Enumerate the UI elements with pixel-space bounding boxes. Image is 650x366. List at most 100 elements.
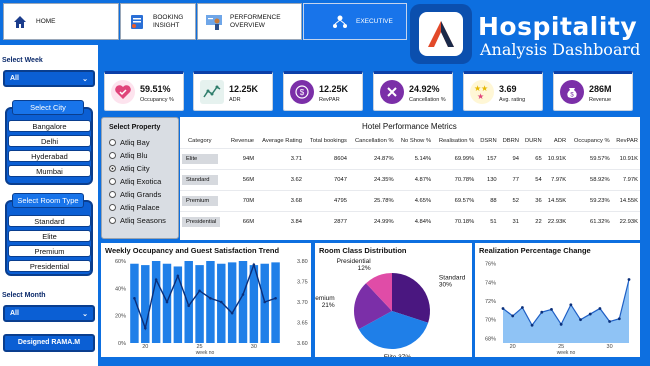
rating-point [209, 296, 212, 300]
room-option-premium[interactable]: Premium [8, 245, 91, 257]
table-cell: 14.55K [611, 189, 640, 211]
kpi-value: 286M [589, 84, 612, 94]
city-option-bangalore[interactable]: Bangalore [8, 120, 91, 132]
pie-label-line: 30% [439, 281, 452, 288]
rating-point [176, 274, 180, 278]
column-header[interactable]: Total bookings [304, 135, 349, 148]
realization-point [559, 322, 563, 326]
column-header[interactable]: DSRN [476, 135, 498, 148]
rating-point [198, 289, 201, 293]
kpi-label: Avg. rating [499, 97, 526, 103]
month-dropdown-value: All [10, 310, 19, 317]
pie-data-label: Presidential 12% [337, 258, 372, 272]
presentation-icon [204, 12, 224, 32]
property-option-atliq-bay[interactable]: Atliq Bay [109, 138, 150, 147]
realization-point [520, 306, 524, 309]
table-cell: 88 [476, 189, 499, 211]
network-icon [330, 12, 350, 32]
nav-performance-button[interactable]: PERFORMENCE OVERVIEW [197, 3, 302, 40]
table-row: Presidential 66M 3.84 2877 24.99% 4.84% 70.18%… [180, 210, 640, 232]
property-option-atliq-exotica[interactable]: Atliq Exotica [109, 177, 161, 186]
pie-data-label: Premium21% [315, 295, 335, 309]
x-tick: 20 [142, 344, 148, 350]
table-cell: 4.65% [395, 189, 434, 211]
table-cell: Premium [180, 189, 227, 211]
pie-label-line: 12% [358, 265, 371, 272]
category-cell: Presidential [182, 216, 221, 227]
column-header[interactable]: ADR [544, 135, 568, 148]
occupancy-bar [206, 261, 215, 343]
realization-point [579, 318, 582, 322]
money-circle-icon: $ [290, 80, 314, 104]
column-header[interactable]: Occupancy % [568, 135, 612, 148]
svg-text:★: ★ [477, 92, 484, 101]
table-cell: 94M [226, 147, 257, 169]
pie-data-label: Elite 37% [384, 354, 412, 357]
property-option-label: Atliq Blu [120, 151, 148, 160]
rating-point [187, 304, 191, 308]
kpi-label: ADR [229, 97, 241, 103]
rating-point [252, 263, 256, 267]
realization-point [617, 317, 621, 321]
nav-booking-label: BOOKING INSIGHT [153, 14, 184, 29]
column-header[interactable]: Realisation % [433, 135, 476, 148]
room-class-panel: Room Class Distribution Standard30%Elite… [315, 243, 472, 357]
realization-point [598, 307, 602, 310]
rating-point [133, 296, 136, 300]
city-option-hyderabad[interactable]: Hyderabad [8, 150, 91, 162]
realization-point [627, 278, 631, 281]
column-header[interactable]: Cancellation % [349, 135, 396, 148]
table-cell: 22 [521, 210, 544, 232]
column-header[interactable]: No Show % [396, 135, 434, 148]
property-option-label: Atliq Palace [120, 203, 160, 212]
property-option-atliq-grands[interactable]: Atliq Grands [109, 190, 161, 199]
property-option-atliq-seasons[interactable]: Atliq Seasons [109, 216, 166, 225]
column-header[interactable]: Revenue [226, 135, 256, 148]
y-tick-left: 20% [115, 314, 126, 320]
pie-label-line: 21% [322, 302, 335, 309]
nav-executive-label: EXECUTIVE [356, 17, 393, 25]
category-cell: Standard [182, 174, 218, 185]
realization-point [530, 323, 534, 327]
property-option-atliq-palace[interactable]: Atliq Palace [109, 203, 160, 212]
nav-executive-button[interactable]: EXECUTIVE [303, 3, 407, 40]
column-header[interactable]: RevPAR [612, 135, 640, 148]
table-cell: Presidential [180, 210, 227, 232]
table-cell: Elite [180, 147, 227, 169]
city-option-mumbai[interactable]: Mumbai [8, 165, 91, 177]
property-option-atliq-city[interactable]: Atliq City [109, 164, 150, 173]
y-tick-right: 3.65 [297, 321, 308, 327]
table-cell: 8604 [304, 147, 349, 169]
column-header[interactable]: Average Rating [256, 135, 304, 148]
property-option-atliq-blu[interactable]: Atliq Blu [109, 151, 148, 160]
column-header[interactable]: Category [180, 135, 226, 148]
table-cell: 70.18% [433, 210, 477, 232]
month-dropdown[interactable]: All ⌄ [3, 305, 95, 322]
week-dropdown[interactable]: All ⌄ [3, 70, 95, 87]
nav-home-button[interactable]: HOME [3, 3, 119, 40]
table-cell: 5.14% [395, 147, 434, 169]
city-option-delhi[interactable]: Delhi [8, 135, 91, 147]
y-tick: 76% [485, 262, 496, 268]
realization-panel: Realization Percentage Change 76% 74% 72% 7… [475, 243, 640, 357]
table-cell: 70.78% [433, 168, 477, 190]
kpi-card-cancellation: 24.92% Cancellation % [373, 71, 453, 111]
room-option-presidential[interactable]: Presidential [8, 260, 91, 272]
nav-booking-button[interactable]: BOOKING INSIGHT [120, 3, 196, 40]
occupancy-bar [130, 263, 139, 343]
table-cell: 3.68 [256, 189, 305, 211]
room-option-elite[interactable]: Elite [8, 230, 91, 242]
realization-point [569, 303, 573, 307]
room-option-standard[interactable]: Standard [8, 215, 91, 227]
x-tick: 20 [510, 344, 516, 350]
kpi-card-occupancy: 59.51% Occupancy % [104, 71, 184, 111]
kpi-card-revenue: $ 286M Revenue [553, 71, 633, 111]
table-row: Elite 94M 3.71 8604 24.87% 5.14% 69.99% 157 94 65… [180, 147, 640, 169]
money-bag-icon: $ [560, 80, 584, 104]
y-tick: 74% [485, 280, 496, 286]
occupancy-bar [271, 262, 280, 343]
line-chart-icon [200, 80, 224, 104]
table-cell: 14.55K [543, 189, 569, 211]
column-header[interactable]: DURN [521, 135, 544, 148]
column-header[interactable]: DBRN [499, 135, 521, 148]
